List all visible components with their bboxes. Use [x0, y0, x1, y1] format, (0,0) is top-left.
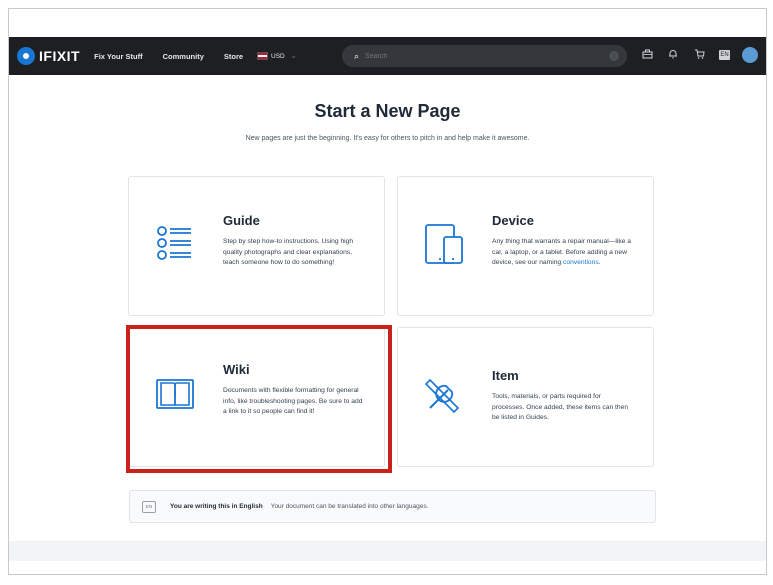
top-navigation: IFIXIT Fix Your Stuff Community Store US…	[9, 37, 766, 75]
currency-selector[interactable]: USD	[271, 53, 285, 60]
logo-icon	[17, 47, 35, 65]
cart-icon[interactable]	[693, 49, 705, 62]
language-icon[interactable]: EN	[719, 50, 730, 60]
ifixit-logo[interactable]: IFIXIT	[17, 47, 80, 65]
nav-community[interactable]: Community	[163, 52, 204, 61]
card-title: Item	[492, 368, 519, 383]
search-icon: ⌕	[354, 50, 360, 61]
card-description: Any thing that warrants a repair manual—…	[492, 238, 632, 266]
conventions-link[interactable]: conventions	[563, 259, 599, 266]
card-description: Step by step how-to instructions. Using …	[223, 238, 354, 266]
footer	[9, 541, 766, 561]
nav-store[interactable]: Store	[224, 52, 243, 61]
banner-title: You are writing this in English	[170, 503, 263, 510]
card-title: Guide	[223, 213, 260, 228]
toolbox-icon[interactable]	[641, 49, 653, 62]
card-guide[interactable]: Guide Step by step how-to instructions. …	[128, 176, 385, 316]
language-banner: EN You are writing this in English Your …	[129, 490, 656, 523]
browser-frame: IFIXIT Fix Your Stuff Community Store US…	[8, 8, 767, 575]
nav-fix-your-stuff[interactable]: Fix Your Stuff	[94, 52, 142, 61]
avatar[interactable]	[742, 47, 758, 63]
page-subtitle: New pages are just the beginning. It's e…	[245, 135, 530, 142]
search-bar[interactable]: ⌕	[342, 45, 627, 67]
list-icon	[157, 226, 191, 260]
page-title: Start a New Page	[314, 101, 461, 121]
devices-icon	[425, 224, 463, 264]
card-title: Device	[492, 213, 534, 228]
search-shortcut-icon	[609, 51, 619, 61]
bell-icon[interactable]	[667, 49, 679, 62]
card-device[interactable]: Device Any thing that warrants a repair …	[397, 176, 654, 316]
language-icon: EN	[142, 500, 156, 513]
search-input[interactable]	[363, 51, 588, 61]
us-flag-icon[interactable]	[257, 52, 269, 60]
header-actions: EN	[627, 47, 758, 63]
banner-text: Your document can be translated into oth…	[270, 503, 429, 510]
chevron-down-icon[interactable]: ⌄	[291, 52, 297, 60]
tools-icon	[424, 378, 460, 414]
logo-text: IFIXIT	[39, 48, 81, 64]
card-item[interactable]: Item Tools, materials, or parts required…	[397, 327, 654, 467]
wiki-highlight-box	[126, 325, 392, 473]
card-description: Tools, materials, or parts required for …	[492, 393, 629, 421]
